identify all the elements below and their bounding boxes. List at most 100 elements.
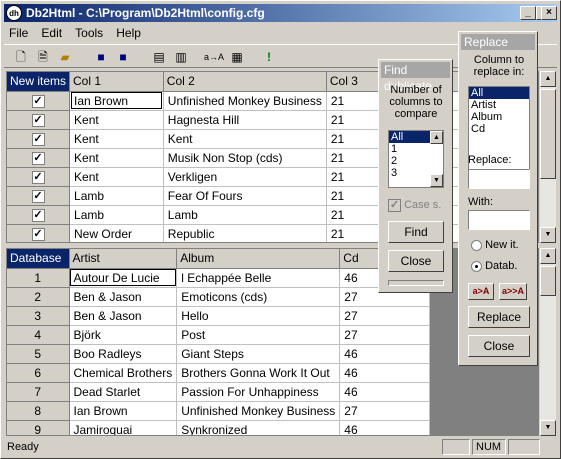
new-file-icon[interactable]: 🗋 [12,48,30,66]
open-folder-icon[interactable]: ▰ [56,48,74,66]
with-input[interactable] [468,210,530,230]
row-number[interactable]: 8 [7,401,70,421]
title-bar[interactable]: dh Db2Html - C:\Program\Db2Html\config.c… [4,4,557,22]
cell[interactable]: 46 [339,344,431,364]
scroll-down-icon[interactable]: ▼ [540,227,556,243]
find-dialog-title[interactable]: Find dublicate [381,62,450,93]
cell[interactable]: Lamb [163,205,327,225]
row-checkbox[interactable]: ✓ [7,167,71,187]
scroll-up-icon[interactable]: ▲ [430,131,443,144]
list-item[interactable]: 2 [389,155,443,167]
cell[interactable]: Emoticons (cds) [176,287,341,307]
menu-file[interactable]: File [4,24,33,42]
all-upper-button[interactable]: a>>A [499,283,527,300]
table-row[interactable]: 9 Jamiroquai Synkronized 46 [7,420,431,435]
row-checkbox[interactable]: ✓ [7,129,71,149]
table-row[interactable]: 1 Autour De Lucie l Echappée Belle 46 [7,268,431,288]
cell[interactable]: Kent [69,110,164,130]
cell[interactable]: 46 [339,382,431,402]
table-row[interactable]: 6 Chemical Brothers Brothers Gonna Work It… [7,363,431,383]
cell[interactable]: Brothers Gonna Work It Out [176,363,341,383]
replace-close-button[interactable]: Close [468,335,530,357]
row-checkbox[interactable]: ✓ [7,186,71,206]
replace-dialog-title[interactable]: Replace [461,34,535,50]
top-grid-scrollbar[interactable]: ▲ ▼ [540,71,556,243]
table-row[interactable]: 7 Dead Starlet Passion For Unhappiness 46 [7,382,431,402]
check-icon[interactable]: ✓ [31,152,45,165]
row-number[interactable]: 5 [7,344,70,364]
row-checkbox[interactable]: ✓ [7,91,71,111]
cell[interactable]: 46 [339,363,431,383]
lower-to-upper-button[interactable]: a>A [468,283,494,300]
cell[interactable]: l Echappée Belle [176,268,341,288]
table-row[interactable]: 3 Ben & Jason Hello 27 [7,306,431,326]
menu-tools[interactable]: Tools [70,24,108,42]
row-checkbox[interactable]: ✓ [7,224,71,242]
row-number[interactable]: 7 [7,382,70,402]
copy-icon[interactable]: ▥ [172,48,190,66]
col-header[interactable]: Col 1 [69,72,164,92]
scroll-up-icon[interactable]: ▲ [540,71,556,87]
cell[interactable]: Ben & Jason [69,287,178,307]
replace-button[interactable]: Replace [468,306,530,328]
cell[interactable]: Kent [69,148,164,168]
close-window-icon[interactable]: × [541,6,557,20]
compare-columns-list[interactable]: All 1 2 3 ▲ ▼ [388,130,444,188]
save-icon[interactable]: ■ [92,48,110,66]
cell[interactable]: Musik Non Stop (cds) [163,148,327,168]
find-duplicates-icon[interactable]: ▦ [228,48,246,66]
col-header[interactable]: Album [176,249,341,269]
row-checkbox[interactable]: ✓ [7,110,71,130]
col-header[interactable]: Col 2 [163,72,327,92]
cell[interactable]: Republic [163,224,327,242]
cell[interactable]: 27 [339,306,431,326]
check-icon[interactable]: ✓ [31,114,45,127]
table-row[interactable]: 4 Björk Post 27 [7,325,431,345]
cell[interactable]: Fear Of Fours [163,186,327,206]
cell[interactable]: Björk [69,325,178,345]
cell[interactable]: Ian Brown [69,401,178,421]
row-number[interactable]: 1 [7,268,70,288]
table-row[interactable]: 8 Ian Brown Unfinished Monkey Business 27 [7,401,431,421]
minimize-icon[interactable]: _ [520,6,536,20]
cell[interactable]: Dead Starlet [69,382,178,402]
cell[interactable]: Ben & Jason [69,306,178,326]
cell[interactable]: Giant Steps [176,344,341,364]
list-item[interactable]: 1 [389,143,443,155]
menu-edit[interactable]: Edit [36,24,67,42]
new-items-header[interactable]: New items [7,72,71,92]
export-icon[interactable]: ▤ [150,48,168,66]
radio-selected-icon[interactable] [471,260,482,272]
table-row[interactable]: 5 Boo Radleys Giant Steps 46 [7,344,431,364]
scroll-up-icon[interactable]: ▲ [540,248,556,264]
case-convert-icon[interactable]: a→A [204,48,224,66]
row-number[interactable]: 6 [7,363,70,383]
row-number[interactable]: 4 [7,325,70,345]
find-button[interactable]: Find [388,221,444,243]
row-number[interactable]: 2 [7,287,70,307]
scroll-thumb[interactable] [540,266,556,296]
scroll-down-icon[interactable]: ▼ [540,420,556,436]
run-icon[interactable]: ! [260,48,278,66]
save-all-icon[interactable]: ■ [114,48,132,66]
cell[interactable]: Passion For Unhappiness [176,382,341,402]
list-item[interactable]: Artist [469,99,529,111]
scroll-down-icon[interactable]: ▼ [430,174,443,187]
check-icon[interactable]: ✓ [31,209,45,222]
cell[interactable]: 27 [339,325,431,345]
row-number[interactable]: 9 [7,420,70,435]
find-close-button[interactable]: Close [388,250,444,272]
cell[interactable]: Verkligen [163,167,327,187]
open-file-icon[interactable]: 🗎 [34,48,52,66]
table-row[interactable]: 2 Ben & Jason Emoticons (cds) 27 [7,287,431,307]
check-icon[interactable]: ✓ [31,190,45,203]
cell[interactable]: Chemical Brothers [69,363,178,383]
cell[interactable]: Kent [163,129,327,149]
case-check-icon[interactable]: ✓ [388,199,401,212]
menu-help[interactable]: Help [111,24,146,42]
cell[interactable]: New Order [69,224,164,242]
check-icon[interactable]: ✓ [31,95,45,108]
list-item[interactable]: Cd [469,123,529,135]
cell[interactable]: Autour De Lucie [69,268,178,288]
cell[interactable]: Post [176,325,341,345]
